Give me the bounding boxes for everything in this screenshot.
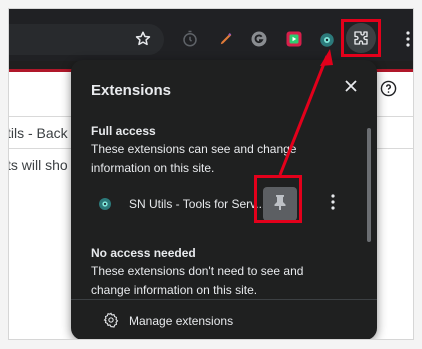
browser-window: tils - Back ts will sho Extensions Full … — [9, 9, 413, 339]
annotation-arrow — [278, 49, 333, 176]
